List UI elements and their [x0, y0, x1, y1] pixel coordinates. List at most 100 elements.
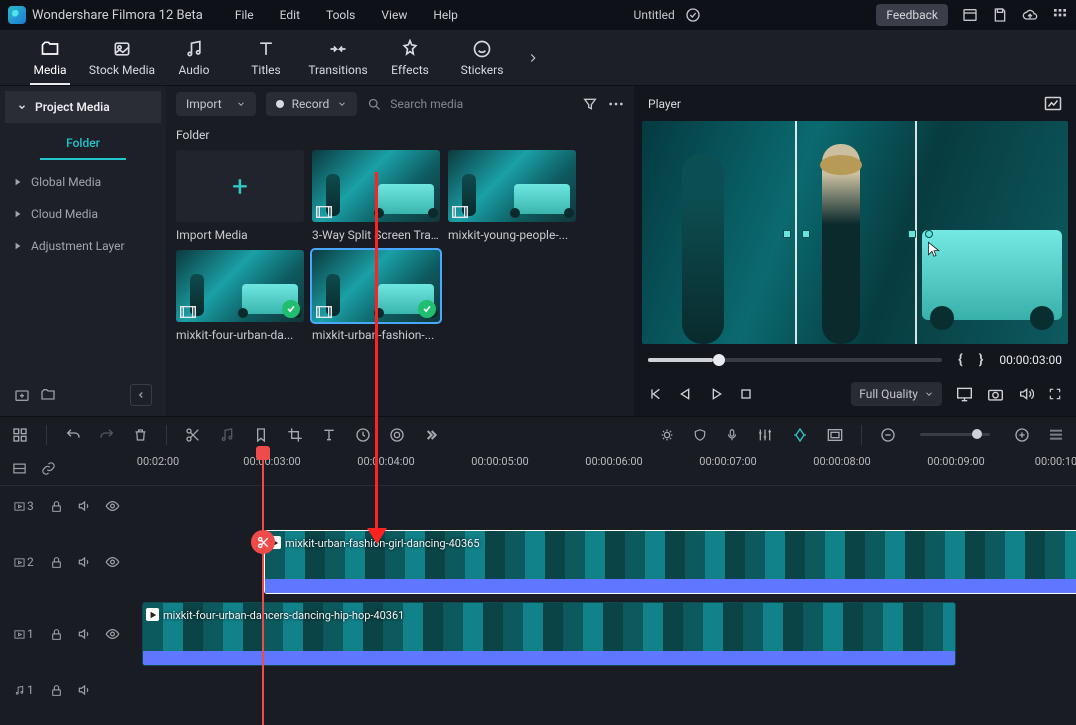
video-track-icon — [14, 629, 25, 640]
delete-icon[interactable] — [133, 427, 148, 443]
fullscreen-icon[interactable] — [1048, 387, 1062, 401]
visibility-icon[interactable] — [105, 556, 120, 568]
speed-icon[interactable] — [355, 427, 371, 443]
layout-icon[interactable] — [962, 7, 978, 23]
tab-stickers-label: Stickers — [461, 63, 504, 77]
playhead[interactable] — [262, 452, 264, 725]
split-at-playhead-icon[interactable] — [251, 530, 275, 554]
tab-transitions[interactable]: Transitions — [302, 38, 374, 77]
more-tools-icon[interactable] — [423, 427, 439, 443]
visibility-icon[interactable] — [105, 500, 120, 512]
display-icon[interactable] — [956, 387, 973, 402]
clip-play-icon — [146, 608, 159, 621]
media-item-import[interactable]: + Import Media — [176, 150, 304, 242]
mute-icon[interactable] — [77, 627, 91, 641]
app-name: Wondershare Filmora 12 Beta — [32, 8, 203, 23]
lock-icon[interactable] — [50, 628, 63, 641]
color-icon[interactable] — [389, 427, 405, 443]
collapse-sidebar-button[interactable] — [130, 384, 152, 406]
timeline-clip[interactable]: mixkit-four-urban-dancers-dancing-hip-ho… — [142, 602, 956, 666]
prev-frame-button[interactable] — [648, 386, 664, 402]
project-media-header[interactable]: Project Media — [5, 91, 161, 123]
sidebar-item-folder[interactable]: Folder — [40, 128, 126, 160]
mark-out-button[interactable]: } — [979, 352, 984, 368]
import-dropdown[interactable]: Import — [176, 92, 256, 116]
sidebar-item-global-media[interactable]: Global Media — [0, 166, 166, 198]
tab-media[interactable]: Media — [14, 38, 86, 77]
sidebar-item-cloud-media[interactable]: Cloud Media — [0, 198, 166, 230]
text-icon[interactable] — [321, 427, 337, 443]
snapshot-icon[interactable] — [1044, 96, 1062, 111]
media-item[interactable]: mixkit-four-urban-da... — [176, 250, 304, 342]
cloud-upload-icon[interactable] — [1022, 7, 1038, 23]
mark-in-button[interactable]: { — [958, 352, 963, 368]
zoom-in-icon[interactable] — [1014, 427, 1030, 443]
time-ruler[interactable]: 00:02:00 00:00:03:00 00:00:04:00 00:00:0… — [0, 452, 1076, 486]
menu-tools[interactable]: Tools — [326, 8, 355, 22]
player-canvas[interactable] — [642, 121, 1068, 344]
player-scrubber[interactable] — [648, 358, 942, 362]
mute-icon[interactable] — [77, 499, 91, 513]
mute-icon[interactable] — [77, 683, 91, 697]
audio-track-icon — [14, 685, 25, 696]
tab-titles-label: Titles — [251, 63, 280, 77]
shield-icon[interactable] — [693, 427, 707, 443]
redo-icon[interactable] — [99, 427, 115, 443]
media-item[interactable]: mixkit-young-people-... — [448, 150, 576, 242]
tab-effects[interactable]: Effects — [374, 38, 446, 77]
tab-audio[interactable]: Audio — [158, 38, 230, 77]
lock-icon[interactable] — [50, 556, 63, 569]
keyframe-icon[interactable] — [791, 427, 809, 443]
lock-icon[interactable] — [50, 684, 63, 697]
timeline-toolbar — [0, 416, 1076, 452]
crop-icon[interactable] — [287, 427, 303, 443]
voiceover-icon[interactable] — [725, 427, 739, 443]
camera-icon[interactable] — [987, 387, 1004, 402]
link-icon[interactable] — [41, 461, 56, 476]
play-back-button[interactable] — [678, 386, 694, 402]
audio-track-1: 1 — [0, 670, 1076, 710]
render-icon[interactable] — [659, 427, 675, 443]
play-button[interactable] — [708, 386, 724, 402]
feedback-button[interactable]: Feedback — [876, 4, 948, 26]
marker-icon[interactable] — [253, 427, 269, 443]
new-folder-icon[interactable] — [14, 387, 30, 403]
split-icon[interactable] — [185, 427, 201, 443]
filter-icon[interactable] — [582, 96, 598, 112]
volume-icon[interactable] — [1018, 386, 1034, 402]
menu-edit[interactable]: Edit — [280, 8, 300, 22]
tab-titles[interactable]: Titles — [230, 38, 302, 77]
manage-tracks-icon[interactable] — [12, 427, 28, 443]
save-icon[interactable] — [992, 7, 1008, 23]
tabs-scroll-right[interactable] — [526, 51, 540, 65]
menu-view[interactable]: View — [381, 8, 407, 22]
tab-stock-media[interactable]: Stock Media — [86, 38, 158, 77]
search-input[interactable]: Search media — [367, 97, 572, 112]
menu-file[interactable]: File — [235, 8, 254, 22]
cloud-sync-icon[interactable] — [685, 7, 701, 23]
tab-stickers[interactable]: Stickers — [446, 38, 518, 77]
zoom-slider[interactable] — [920, 433, 990, 436]
ripple-icon[interactable] — [12, 461, 27, 476]
sidebar-item-adjustment-layer[interactable]: Adjustment Layer — [0, 230, 166, 262]
stop-button[interactable] — [738, 386, 754, 402]
menu-help[interactable]: Help — [433, 8, 458, 22]
apps-icon[interactable] — [1052, 7, 1068, 23]
music-icon[interactable] — [219, 427, 235, 443]
zoom-out-icon[interactable] — [880, 427, 896, 443]
record-dropdown[interactable]: Record — [266, 92, 358, 116]
lock-icon[interactable] — [50, 500, 63, 513]
undo-icon[interactable] — [65, 427, 81, 443]
mixer-icon[interactable] — [757, 427, 773, 443]
mute-icon[interactable] — [77, 555, 91, 569]
quality-dropdown[interactable]: Full Quality — [851, 382, 942, 406]
visibility-icon[interactable] — [105, 628, 120, 640]
track-size-icon[interactable] — [1048, 427, 1064, 443]
aspect-icon[interactable] — [827, 428, 843, 442]
folder-icon[interactable] — [40, 387, 56, 403]
more-icon[interactable] — [608, 102, 624, 106]
cursor-icon — [927, 241, 941, 259]
video-track-icon — [14, 501, 25, 512]
clip-type-icon — [452, 206, 468, 218]
plus-icon: + — [232, 170, 248, 203]
